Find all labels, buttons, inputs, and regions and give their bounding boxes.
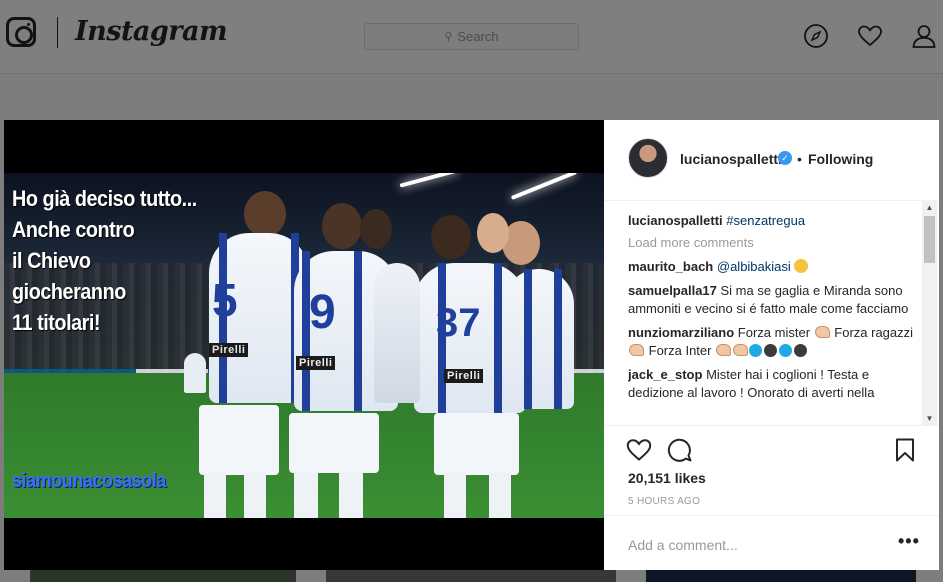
player-head <box>244 191 286 237</box>
shirt-number: 37 <box>436 301 481 345</box>
list-item: jack_e_stop Mister hai i coglioni ! Test… <box>628 366 924 402</box>
flexed-biceps-emoji-icon <box>733 344 749 356</box>
comment-text: Forza Inter <box>648 343 712 358</box>
comments-scrollbar[interactable]: ▲ ▼ <box>922 200 937 426</box>
comment-text: Forza ragazzi <box>834 325 914 340</box>
blue-circle-emoji-icon <box>779 344 793 357</box>
laughing-emoji-icon <box>794 259 809 273</box>
flexed-biceps-emoji-icon <box>629 344 644 356</box>
caption-comment: lucianospalletti #senzatregua <box>628 212 924 230</box>
player-sock <box>339 473 363 518</box>
player-sock <box>294 473 318 518</box>
player-shorts <box>199 405 279 475</box>
comments-list[interactable]: lucianospalletti #senzatregua Load more … <box>628 212 924 424</box>
header-separator: • <box>797 151 802 167</box>
comment-mention[interactable]: @albibakiasi <box>717 259 791 274</box>
background-player <box>184 353 206 393</box>
list-item: maurito_bach @albibakiasi <box>628 258 924 276</box>
post-photo: 5 Pirelli 9 Pirelli 37 Pirelli Ho già de… <box>4 173 604 518</box>
post-media[interactable]: 5 Pirelli 9 Pirelli 37 Pirelli Ho già de… <box>4 120 604 570</box>
player-sock <box>489 473 511 518</box>
list-item: nunziomarziliano Forza mister Forza raga… <box>628 324 924 360</box>
player-sock <box>244 473 266 518</box>
player-jersey <box>374 263 420 403</box>
post-timestamp[interactable]: 5 HOURS AGO <box>628 496 700 507</box>
scroll-up-arrow-icon[interactable]: ▲ <box>922 200 937 215</box>
likes-count[interactable]: 20,151 likes <box>628 470 706 486</box>
caption-hashtag[interactable]: #senzatregua <box>726 213 805 228</box>
comment-username[interactable]: nunziomarziliano <box>628 325 734 340</box>
author-avatar[interactable] <box>628 138 668 178</box>
verified-badge-icon: ✓ <box>778 151 792 165</box>
sponsor-text: Pirelli <box>209 343 249 357</box>
sponsor-text: Pirelli <box>444 369 484 383</box>
heart-outline-icon[interactable] <box>626 437 652 463</box>
comment-username[interactable]: maurito_bach <box>628 259 713 274</box>
post-details-panel: lucianospalletti ✓ • Following lucianosp… <box>604 120 939 570</box>
add-comment-input[interactable] <box>628 536 878 554</box>
black-circle-emoji-icon <box>794 344 808 357</box>
player-head <box>477 213 509 253</box>
author-username[interactable]: lucianospalletti <box>680 151 782 167</box>
image-overlay-hashtag: siamounacosasola <box>12 470 166 492</box>
post-header: lucianospalletti ✓ • Following <box>604 120 939 201</box>
comment-username[interactable]: jack_e_stop <box>628 367 702 382</box>
flexed-biceps-emoji-icon <box>716 344 732 356</box>
post-actions <box>604 425 939 465</box>
player-head <box>431 215 471 259</box>
load-more-comments-button[interactable]: Load more comments <box>628 234 924 252</box>
player-sock <box>444 473 466 518</box>
more-options-icon[interactable]: ••• <box>898 532 920 550</box>
comment-username[interactable]: samuelpalla17 <box>628 283 717 298</box>
comment-text: Forza mister <box>737 325 811 340</box>
speech-bubble-icon[interactable] <box>667 437 693 463</box>
shirt-number: 9 <box>309 286 336 339</box>
flexed-biceps-emoji-icon <box>814 326 830 338</box>
blue-circle-emoji-icon <box>749 344 763 357</box>
image-overlay-text: Ho già deciso tutto... Anche contro il C… <box>12 186 197 335</box>
add-comment-section: ••• <box>604 515 939 570</box>
comment-username[interactable]: lucianospalletti <box>628 213 723 228</box>
list-item: samuelpalla17 Si ma se gaglia e Miranda … <box>628 282 924 318</box>
sponsor-text: Pirelli <box>296 356 336 370</box>
black-circle-emoji-icon <box>764 344 778 357</box>
shirt-number: 5 <box>212 274 238 326</box>
bookmark-icon[interactable] <box>892 437 918 463</box>
player-head <box>360 209 392 249</box>
player-sock <box>204 473 226 518</box>
following-button[interactable]: Following <box>808 151 873 167</box>
player-jersey <box>504 269 574 409</box>
scroll-down-arrow-icon[interactable]: ▼ <box>922 411 937 426</box>
player-shorts <box>289 413 379 473</box>
scrollbar-thumb[interactable] <box>924 216 935 263</box>
player-shorts <box>434 413 519 475</box>
player-head <box>322 203 362 249</box>
